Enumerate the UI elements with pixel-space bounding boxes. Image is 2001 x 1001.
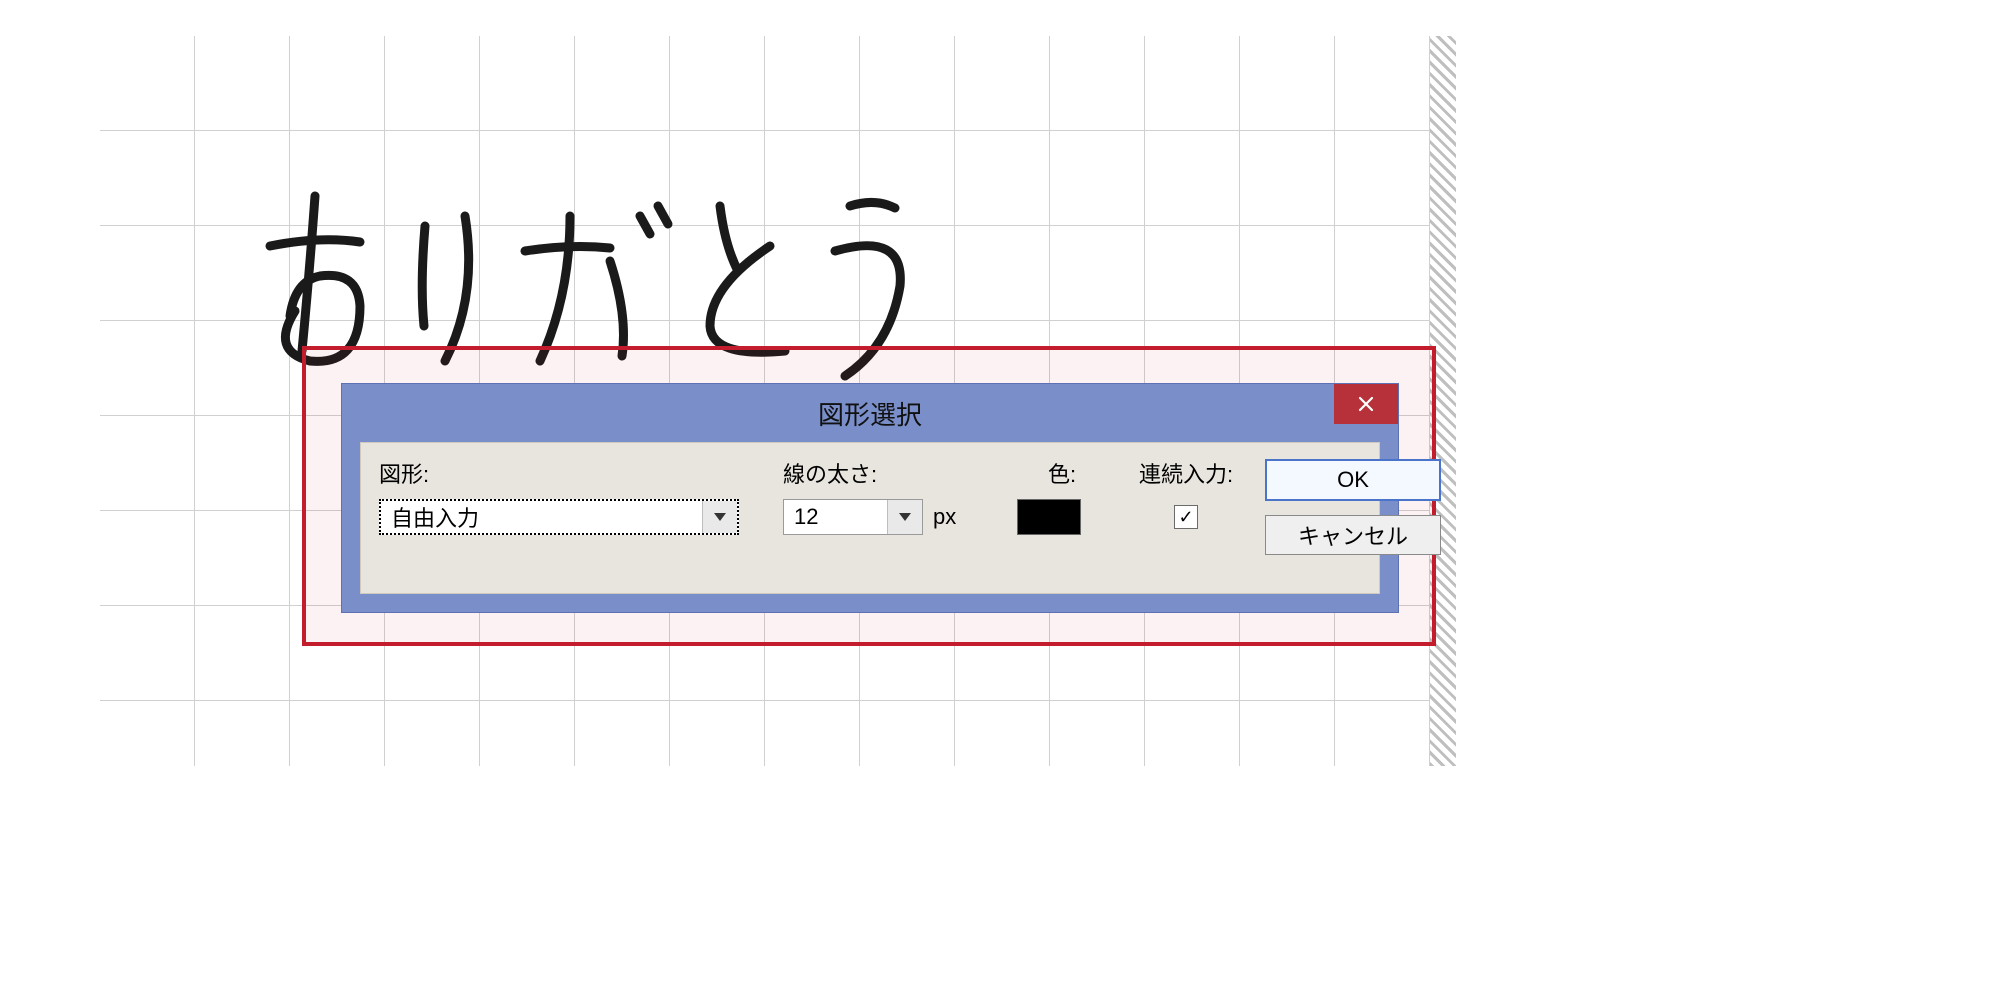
- px-suffix: px: [933, 504, 956, 530]
- continuous-input-checkbox[interactable]: [1174, 505, 1198, 529]
- cancel-button[interactable]: キャンセル: [1265, 515, 1441, 555]
- color-swatch[interactable]: [1017, 499, 1081, 535]
- shape-label: 図形:: [379, 457, 759, 489]
- shape-dropdown-button[interactable]: [702, 501, 737, 533]
- shape-select-dialog: 図形選択 図形: 自由入力 線の太さ:: [342, 384, 1398, 612]
- color-label: 色:: [1017, 457, 1107, 489]
- ok-button[interactable]: OK: [1265, 459, 1441, 501]
- line-width-label: 線の太さ:: [783, 457, 993, 489]
- line-width-dropdown-button[interactable]: [887, 500, 922, 534]
- dialog-title: 図形選択: [342, 395, 1398, 432]
- chevron-down-icon: [899, 513, 911, 521]
- chevron-down-icon: [714, 513, 726, 521]
- close-icon: [1358, 396, 1374, 412]
- shape-dropdown-value: 自由入力: [381, 501, 702, 533]
- shape-dropdown[interactable]: 自由入力: [379, 499, 739, 535]
- close-button[interactable]: [1334, 384, 1398, 424]
- continuous-input-label: 連続入力:: [1131, 457, 1241, 489]
- line-width-value: 12: [784, 500, 887, 534]
- line-width-dropdown[interactable]: 12: [783, 499, 923, 535]
- dialog-titlebar[interactable]: 図形選択: [342, 384, 1398, 442]
- dialog-body: 図形: 自由入力 線の太さ: 12: [360, 442, 1380, 594]
